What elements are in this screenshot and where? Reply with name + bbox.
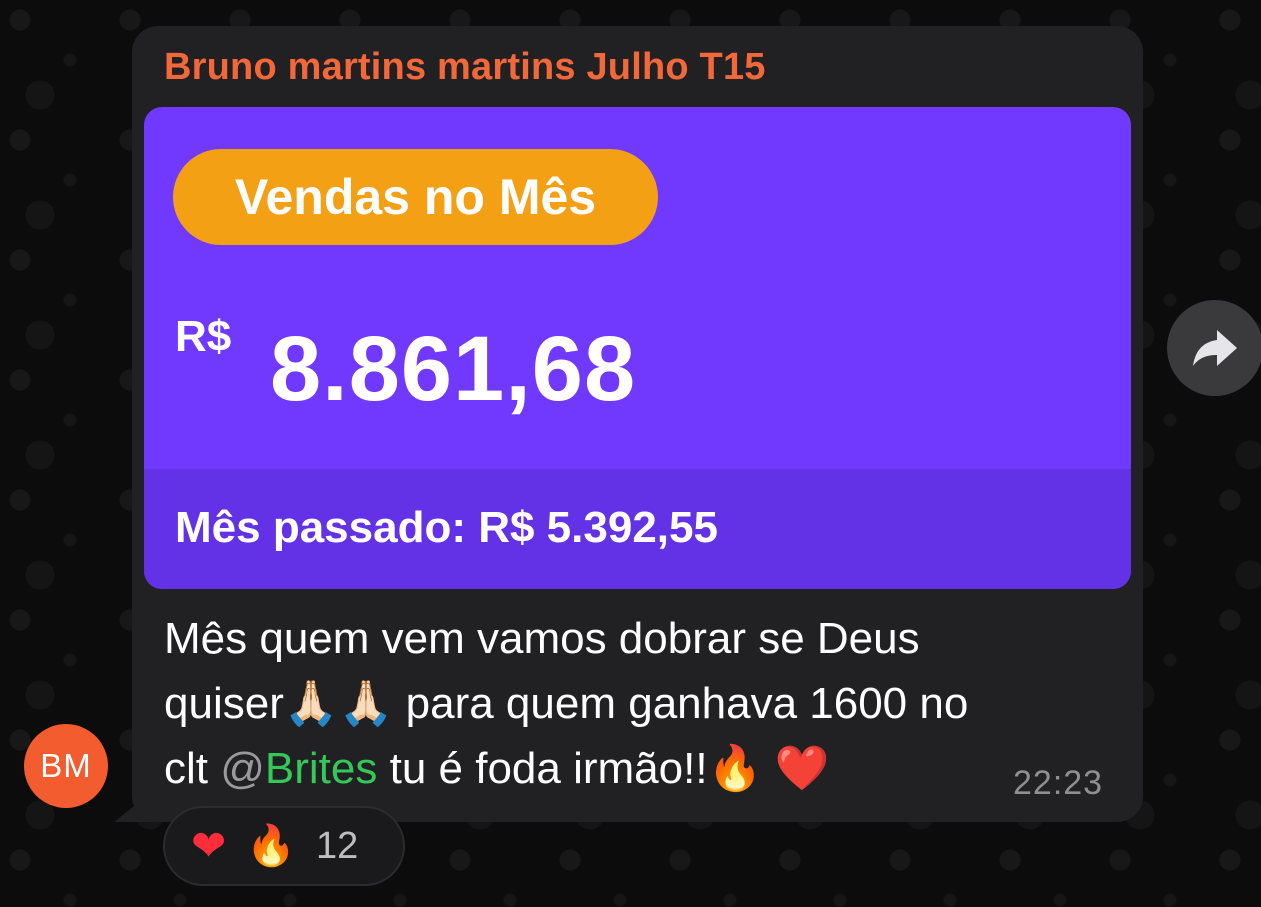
forward-button[interactable] <box>1167 300 1261 396</box>
avatar-initials: BM <box>40 747 92 784</box>
pray-emoji: 🙏🏻🙏🏻 <box>283 678 394 729</box>
sales-amount: 8.861,68 <box>270 318 637 420</box>
message-line-2-start: quiser <box>164 679 284 728</box>
reaction-count: 12 <box>316 824 359 867</box>
currency-symbol: R$ <box>175 312 232 361</box>
message-line-3: clt @Brites tu é foda irmão!!🔥 ❤️ <box>164 736 1124 801</box>
sales-badge: Vendas no Mês <box>173 149 658 245</box>
sales-badge-label: Vendas no Mês <box>234 169 597 225</box>
previous-month-sales: Mês passado: R$ 5.392,55 <box>175 503 718 552</box>
heart-reaction-icon[interactable]: ❤ <box>191 825 226 867</box>
fire-emoji: 🔥 <box>707 743 763 794</box>
sender-name[interactable]: Bruno martins martins Julho T15 <box>164 46 766 89</box>
message-line-1: Mês quem vem vamos dobrar se Deus <box>164 614 920 663</box>
mention-at-sign[interactable]: @ <box>220 744 265 793</box>
message-line-3-end: tu é foda irmão!! <box>377 744 708 793</box>
reactions-bar[interactable]: ❤ 🔥 12 <box>163 806 405 886</box>
message-timestamp: 22:23 <box>1013 764 1104 802</box>
message-text: Mês quem vem vamos dobrar se Deus quiser… <box>164 606 1124 801</box>
forward-arrow-icon <box>1193 330 1237 366</box>
fire-reaction-icon[interactable]: 🔥 <box>246 826 296 866</box>
sales-card-image[interactable]: Vendas no Mês R$ 8.861,68 Mês passado: R… <box>144 107 1131 589</box>
message-line-2: quiser🙏🏻🙏🏻 para quem ganhava 1600 no <box>164 671 1124 736</box>
avatar[interactable]: BM <box>24 724 108 808</box>
message-line-2-end: para quem ganhava 1600 no <box>393 679 969 728</box>
card-footer: Mês passado: R$ 5.392,55 <box>144 469 1131 589</box>
heart-emoji: ❤️ <box>774 743 830 794</box>
mention-link[interactable]: Brites <box>265 744 377 793</box>
message-line-3-start: clt <box>164 744 221 793</box>
